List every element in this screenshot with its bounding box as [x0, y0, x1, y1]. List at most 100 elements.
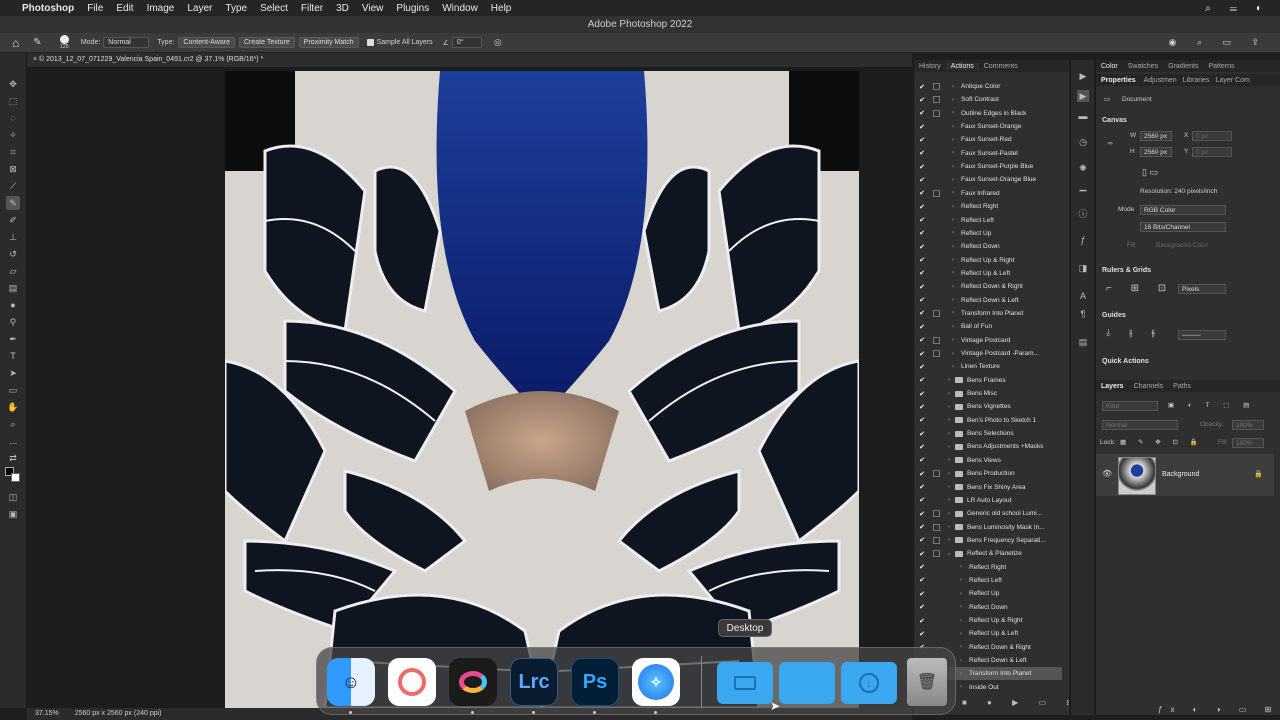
brush-settings-icon[interactable]: ✺ — [1077, 162, 1089, 174]
action-row[interactable]: ✔ › Reflect Left — [914, 574, 1062, 587]
dialog-toggle-box[interactable] — [933, 470, 940, 478]
menu-plugins[interactable]: Plugins — [396, 3, 429, 14]
action-toggle-checkbox[interactable]: ✔ — [917, 216, 927, 224]
rectangle-tool-icon[interactable]: ▭ — [6, 383, 20, 397]
action-row[interactable]: ✔ › LR Auto Layout — [914, 494, 1062, 507]
chevron-right-icon[interactable]: › — [949, 364, 957, 370]
eyedropper-tool-icon[interactable]: ⟋ — [6, 179, 20, 193]
quick-mask-icon[interactable]: ◫ — [6, 490, 20, 504]
dialog-toggle-box[interactable] — [933, 564, 940, 571]
menu-layer[interactable]: Layer — [187, 3, 212, 14]
pressure-icon[interactable]: ◎ — [494, 37, 502, 48]
action-toggle-checkbox[interactable]: ✔ — [917, 430, 927, 438]
lightroom-classic-icon[interactable]: Lrc — [510, 658, 558, 706]
action-toggle-checkbox[interactable]: ✔ — [917, 630, 927, 638]
desktop-folder-icon[interactable] — [717, 662, 773, 704]
dialog-toggle-box[interactable] — [933, 443, 940, 450]
action-toggle-checkbox[interactable]: ✔ — [917, 443, 927, 451]
pen-tool-icon[interactable]: ✒ — [6, 332, 20, 346]
chevron-right-icon[interactable]: › — [957, 658, 965, 664]
action-toggle-checkbox[interactable]: ✔ — [917, 256, 927, 264]
creative-cloud-icon[interactable] — [449, 658, 497, 706]
dialog-toggle-box[interactable] — [933, 350, 940, 357]
action-toggle-checkbox[interactable]: ✔ — [917, 296, 927, 304]
chevron-right-icon[interactable]: › — [957, 618, 965, 624]
chevron-right-icon[interactable]: › — [949, 97, 957, 103]
chevron-right-icon[interactable]: › — [949, 84, 957, 90]
dialog-toggle-box[interactable] — [933, 363, 940, 370]
action-toggle-checkbox[interactable]: ✔ — [917, 617, 927, 625]
screen-mode-icon[interactable]: ▣ — [6, 507, 20, 521]
chevron-right-icon[interactable]: › — [945, 524, 953, 530]
action-row[interactable]: ✔ › Faux Infrared — [914, 187, 1062, 200]
chevron-right-icon[interactable]: › — [957, 644, 965, 650]
lock-icons[interactable]: ▦ ✎ ✥ ⊡ 🔒 — [1120, 438, 1203, 446]
visibility-eye-icon[interactable]: 👁 — [1102, 469, 1112, 478]
guide-icons[interactable]: ⫰ ⫲ ⫳ — [1106, 328, 1163, 339]
chevron-right-icon[interactable]: › — [945, 497, 953, 503]
width-field[interactable]: 2560 px — [1140, 131, 1172, 141]
tab-swatches[interactable]: Swatches — [1123, 63, 1163, 70]
dialog-toggle-box[interactable] — [933, 283, 940, 290]
quick-actions-title[interactable]: Quick Actions — [1102, 358, 1149, 365]
filter-kind-select[interactable]: Kind — [1102, 401, 1158, 411]
dialog-toggle-box[interactable] — [933, 203, 940, 210]
action-row[interactable]: ✔ › Transform Into Planet — [914, 307, 1062, 320]
crop-tool-icon[interactable]: ⌗ — [6, 145, 20, 159]
actions-icon[interactable]: ▶ — [1077, 70, 1089, 82]
tab-color[interactable]: Color — [1096, 63, 1123, 70]
dialog-toggle-box[interactable] — [933, 189, 940, 197]
dialog-toggle-box[interactable] — [933, 630, 940, 637]
tab-patterns[interactable]: Patterns — [1203, 63, 1239, 70]
tab-layers[interactable]: Layers — [1096, 383, 1129, 390]
link-icon[interactable]: ∞ — [1108, 140, 1113, 147]
ruler-grid-icons[interactable]: ⌐ ⊞ ⊡ — [1106, 283, 1174, 294]
action-row[interactable]: ✔ › Reflect Up & Right — [914, 254, 1062, 267]
action-row[interactable]: ✔ › Antique Color — [914, 80, 1062, 93]
action-row[interactable]: ✔ › Bens Frames — [914, 374, 1062, 387]
action-row[interactable]: ✔ › Faux Sunset-Orange Blue — [914, 173, 1062, 186]
action-toggle-checkbox[interactable]: ✔ — [917, 376, 927, 384]
action-toggle-checkbox[interactable]: ✔ — [917, 470, 927, 478]
tab-adjustments[interactable]: Adjustmen — [1141, 77, 1180, 84]
dialog-toggle-box[interactable] — [933, 577, 940, 584]
action-toggle-checkbox[interactable]: ✔ — [917, 163, 927, 171]
action-toggle-checkbox[interactable]: ✔ — [917, 483, 927, 491]
trash-icon[interactable]: 🗑 — [907, 658, 947, 706]
lasso-tool-icon[interactable]: ◌ — [6, 111, 20, 125]
dialog-toggle-box[interactable] — [933, 617, 940, 624]
menu-edit[interactable]: Edit — [116, 3, 133, 14]
chevron-right-icon[interactable]: › — [945, 431, 953, 437]
action-toggle-checkbox[interactable]: ✔ — [917, 336, 927, 344]
character-icon[interactable]: A — [1077, 290, 1089, 302]
action-row[interactable]: ✔ › Bens Fix Shiny Area — [914, 481, 1062, 494]
chevron-right-icon[interactable]: › — [949, 230, 957, 236]
dialog-toggle-box[interactable] — [933, 604, 940, 611]
healing-brush-tool-icon[interactable]: ✎ — [6, 196, 20, 210]
chevron-down-icon[interactable]: ⌄ — [945, 550, 953, 557]
tasks-app-icon[interactable] — [388, 658, 436, 706]
create-texture-button[interactable]: Create Texture — [239, 37, 295, 48]
color-mode-select[interactable]: RGB Color — [1140, 205, 1226, 215]
action-row[interactable]: ✔ › Faux Sunset-Orange — [914, 120, 1062, 133]
tab-comments[interactable]: Comments — [979, 63, 1023, 70]
action-toggle-checkbox[interactable]: ✔ — [917, 229, 927, 237]
dialog-toggle-box[interactable] — [933, 497, 940, 504]
bit-depth-select[interactable]: 16 Bits/Channel — [1140, 222, 1226, 232]
action-row[interactable]: ✔ › Linen Texture — [914, 360, 1062, 373]
move-tool-icon[interactable]: ✥ — [6, 77, 20, 91]
action-toggle-checkbox[interactable]: ✔ — [917, 83, 927, 91]
background-color-swatch[interactable] — [11, 473, 20, 482]
sample-all-layers-checkbox[interactable] — [366, 39, 374, 46]
action-row[interactable]: ✔ › Bens Luminosity Mask In... — [914, 521, 1062, 534]
action-row[interactable]: ✔ › Reflect Down & Right — [914, 280, 1062, 293]
action-toggle-checkbox[interactable]: ✔ — [917, 523, 927, 531]
safari-icon[interactable]: ✧ — [632, 658, 680, 706]
dialog-toggle-box[interactable] — [933, 536, 940, 544]
chevron-right-icon[interactable]: › — [949, 164, 957, 170]
layer-filter-icons[interactable]: ▣ ◐ T ⬚ ▤ — [1168, 401, 1255, 409]
tab-properties[interactable]: Properties — [1096, 77, 1141, 84]
history-icon[interactable]: ◷ — [1077, 136, 1089, 148]
action-row[interactable]: ✔ › Generic old school Lumi... — [914, 507, 1062, 520]
action-row[interactable]: ✔ › Reflect Up — [914, 587, 1062, 600]
